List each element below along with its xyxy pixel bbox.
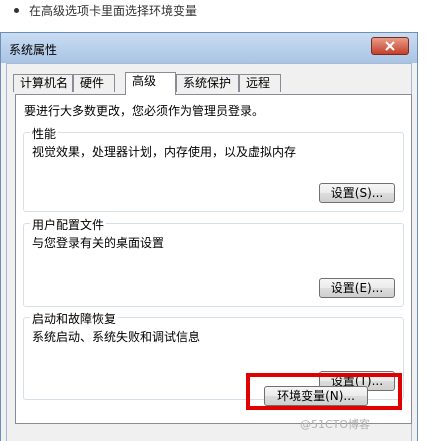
tab-computer-name[interactable]: 计算机名 <box>13 74 73 92</box>
dialog-title: 系统属性 <box>9 43 58 57</box>
user-profiles-group: 用户配置文件 与您登录有关的桌面设置 设置(E)... <box>23 216 404 307</box>
performance-title: 性能 <box>30 125 59 142</box>
tab-system-protection[interactable]: 系统保护 <box>176 74 239 92</box>
user-profiles-description: 与您登录有关的桌面设置 <box>32 236 165 250</box>
title-bar[interactable]: 系统属性 <box>1 33 417 63</box>
highlight-box <box>246 373 402 410</box>
tab-remote[interactable]: 远程 <box>239 74 281 92</box>
close-icon <box>385 41 395 51</box>
watermark-text: @51CTO博客 <box>300 418 371 431</box>
performance-settings-button[interactable]: 设置(S)... <box>319 183 395 203</box>
admin-note: 要进行大多数更改，您必须作为管理员登录。 <box>24 104 265 118</box>
instruction-line: 在高级选项卡里面选择环境变量 <box>14 0 197 20</box>
close-button[interactable] <box>371 37 409 55</box>
instruction-text: 在高级选项卡里面选择环境变量 <box>29 3 198 18</box>
tab-advanced[interactable]: 高级 <box>125 72 176 95</box>
startup-recovery-title: 启动和故障恢复 <box>30 310 119 327</box>
startup-recovery-description: 系统启动、系统失败和调试信息 <box>32 330 201 344</box>
performance-description: 视觉效果，处理器计划，内存使用，以及虚拟内存 <box>32 145 297 159</box>
bullet-icon <box>14 7 19 13</box>
tab-hardware[interactable]: 硬件 <box>73 74 115 92</box>
user-profiles-settings-button[interactable]: 设置(E)... <box>319 278 395 298</box>
performance-group: 性能 视觉效果，处理器计划，内存使用，以及虚拟内存 设置(S)... <box>23 125 404 212</box>
user-profiles-title: 用户配置文件 <box>30 216 107 233</box>
